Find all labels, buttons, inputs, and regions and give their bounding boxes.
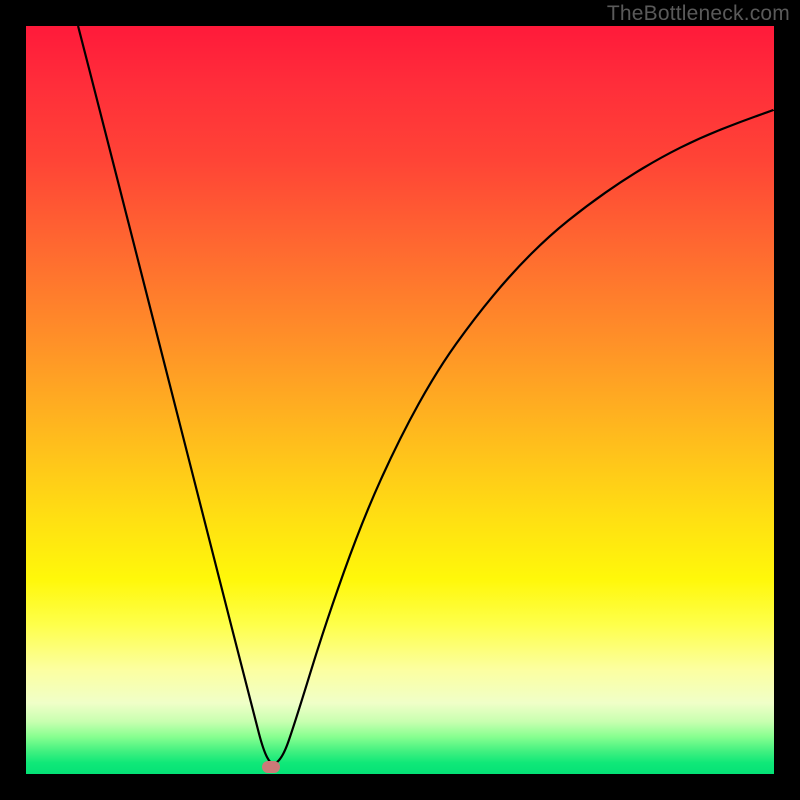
optimal-point-marker xyxy=(262,761,280,773)
watermark-text: TheBottleneck.com xyxy=(607,2,790,26)
plot-area xyxy=(26,26,774,774)
bottleneck-curve xyxy=(26,26,774,774)
chart-frame: TheBottleneck.com xyxy=(0,0,800,800)
